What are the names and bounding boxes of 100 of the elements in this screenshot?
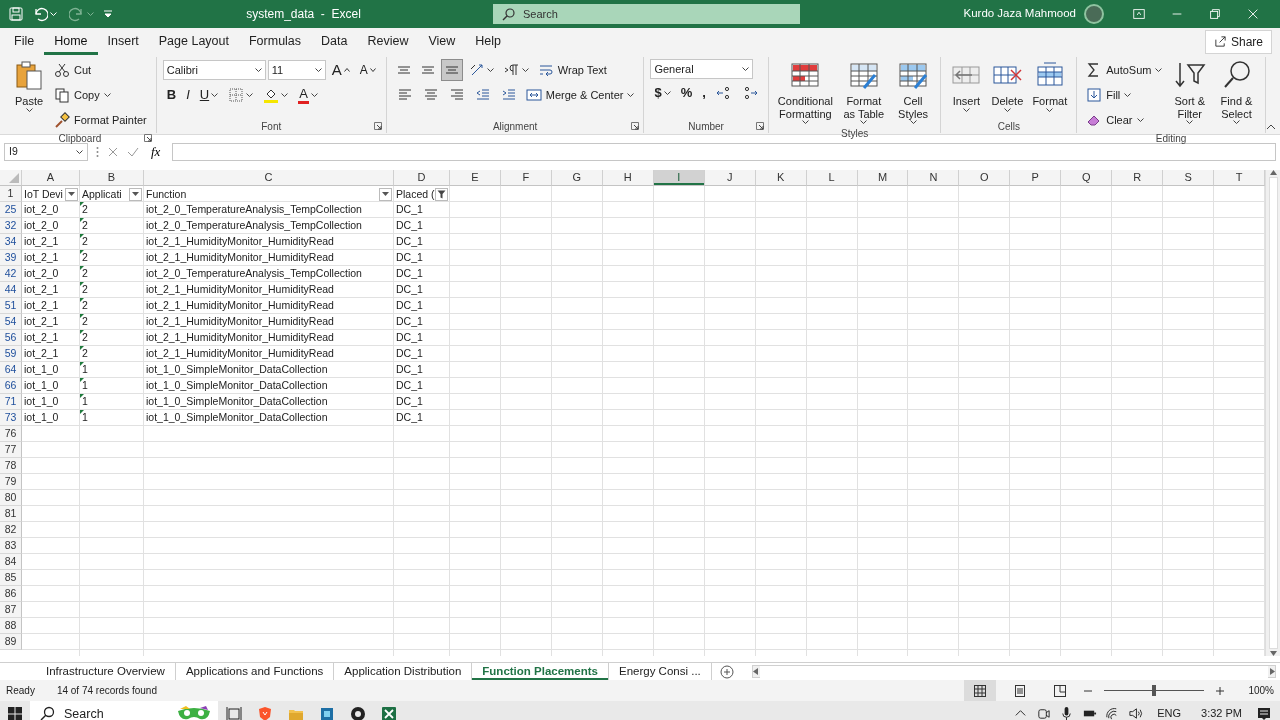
column-header[interactable]: O	[959, 170, 1011, 186]
scroll-down-icon[interactable]	[1269, 651, 1277, 656]
scrollbar[interactable]	[751, 665, 1276, 678]
ribbon-button[interactable]: %	[676, 82, 697, 104]
ribbon-button[interactable]: Insert	[947, 57, 986, 114]
row-header[interactable]: 25	[0, 202, 22, 218]
column-header[interactable]: H	[602, 170, 654, 186]
column-header[interactable]: E	[450, 170, 501, 186]
close-icon[interactable]	[1246, 7, 1260, 21]
ribbon-button[interactable]: Merge & Center	[522, 84, 638, 106]
scroll-up-icon[interactable]	[1269, 170, 1277, 175]
ribbon-button[interactable]: ,	[698, 82, 710, 104]
menu-tab[interactable]: Help	[465, 28, 512, 55]
ribbon-button[interactable]: A	[327, 59, 354, 81]
column-header[interactable]: C	[144, 170, 394, 186]
name-box[interactable]: I9	[4, 143, 88, 161]
customize-icon[interactable]	[102, 8, 114, 20]
slider-thumb[interactable]	[1152, 685, 1157, 696]
speaker-icon[interactable]	[1128, 706, 1144, 720]
formula-field[interactable]	[172, 143, 1276, 161]
clock[interactable]: 3:32 PM	[1195, 705, 1248, 720]
ribbon-button[interactable]: Fill	[1083, 84, 1135, 106]
column-header[interactable]: D	[394, 170, 450, 186]
menu-tab[interactable]: Formulas	[238, 28, 312, 55]
row-header[interactable]: 51	[0, 298, 22, 314]
zoom-in-icon[interactable]	[1216, 686, 1225, 695]
ribbon-button[interactable]: Delete	[988, 57, 1027, 114]
dialog-launcher-icon[interactable]	[143, 134, 152, 142]
row-header[interactable]: 59	[0, 346, 22, 362]
page-break-icon[interactable]	[1054, 684, 1067, 697]
column-header[interactable]: S	[1163, 170, 1215, 186]
ribbon-display-icon[interactable]	[1132, 7, 1146, 21]
restore-icon[interactable]	[1208, 7, 1222, 21]
column-header[interactable]: B	[80, 170, 144, 186]
language-indicator[interactable]: ENG	[1151, 705, 1188, 720]
page-layout-icon[interactable]	[1014, 684, 1027, 697]
ribbon-button[interactable]: B	[162, 84, 181, 106]
ribbon-button[interactable]: Conditional Formatting	[774, 57, 836, 127]
row-header[interactable]: 78	[0, 458, 22, 474]
ribbon-button[interactable]: Copy	[51, 84, 114, 106]
row-header[interactable]: 76	[0, 426, 22, 442]
row-header[interactable]: 66	[0, 378, 22, 394]
save-icon[interactable]	[8, 6, 24, 22]
menu-tab[interactable]: Home	[44, 28, 98, 55]
search-field[interactable]: Search	[30, 701, 218, 720]
ribbon-button[interactable]: Find & Select	[1214, 57, 1259, 127]
collapse-ribbon-icon[interactable]	[1266, 124, 1276, 130]
filter-button[interactable]	[435, 187, 448, 201]
spreadsheet-app-icon[interactable]	[380, 705, 397, 720]
dialog-launcher-icon[interactable]	[755, 122, 764, 130]
add-sheet-icon[interactable]	[719, 664, 734, 679]
aperture-icon[interactable]	[349, 705, 366, 720]
ribbon-button[interactable]: Paste	[10, 57, 48, 114]
row-header[interactable]: 1	[0, 186, 22, 202]
menu-tab[interactable]: View	[418, 28, 466, 55]
notification-icon[interactable]	[1256, 705, 1272, 720]
dropdown-field[interactable]: 11	[267, 60, 326, 80]
column-header[interactable]: I	[653, 170, 705, 186]
filter-button[interactable]	[129, 187, 142, 201]
app-icon[interactable]	[318, 705, 335, 720]
ribbon-button[interactable]: AutoSum	[1083, 59, 1166, 81]
ribbon-button[interactable]: Format	[1029, 57, 1071, 114]
row-header[interactable]: 86	[0, 586, 22, 602]
ribbon-button[interactable]: $	[650, 82, 675, 104]
ribbon-button[interactable]: Clear	[1083, 109, 1147, 131]
row-header[interactable]: 42	[0, 266, 22, 282]
dropdown-field[interactable]: General	[650, 59, 754, 79]
row-header[interactable]: 44	[0, 282, 22, 298]
ribbon-button[interactable]: Cut	[51, 59, 95, 81]
column-header[interactable]: R	[1112, 170, 1164, 186]
column-header[interactable]: K	[755, 170, 807, 186]
row-header[interactable]: 85	[0, 570, 22, 586]
filter-button[interactable]	[379, 187, 392, 201]
row-header[interactable]: 81	[0, 506, 22, 522]
column-header[interactable]: Q	[1061, 170, 1113, 186]
row-header[interactable]: 84	[0, 554, 22, 570]
column-header[interactable]: P	[1010, 170, 1062, 186]
menu-tab[interactable]: Insert	[97, 28, 149, 55]
column-header[interactable]: A	[22, 170, 80, 186]
row-header[interactable]: 54	[0, 314, 22, 330]
column-header[interactable]: G	[551, 170, 603, 186]
column-header[interactable]: L	[806, 170, 858, 186]
column-header[interactable]: N	[908, 170, 960, 186]
search-field[interactable]: Search	[493, 4, 800, 24]
row-header[interactable]: 39	[0, 250, 22, 266]
menu-tab[interactable]: File	[4, 28, 45, 55]
dropdown-field[interactable]: Calibri	[162, 60, 266, 80]
share-button[interactable]: Share	[1204, 29, 1272, 54]
ribbon-button[interactable]: Cell Styles	[891, 57, 935, 127]
filter-button[interactable]	[65, 187, 78, 201]
cancel-icon[interactable]	[107, 146, 119, 158]
mask-icon[interactable]	[176, 704, 212, 720]
row-header[interactable]: 83	[0, 538, 22, 554]
ribbon-button[interactable]: A	[355, 59, 380, 81]
ribbon-button[interactable]: Wrap Text	[534, 59, 610, 81]
enter-icon[interactable]	[127, 146, 139, 158]
camera-icon[interactable]	[1036, 706, 1052, 720]
ribbon-button[interactable]: U	[195, 84, 223, 106]
menu-tab[interactable]: Data	[311, 28, 358, 55]
row-header[interactable]: 71	[0, 394, 22, 410]
